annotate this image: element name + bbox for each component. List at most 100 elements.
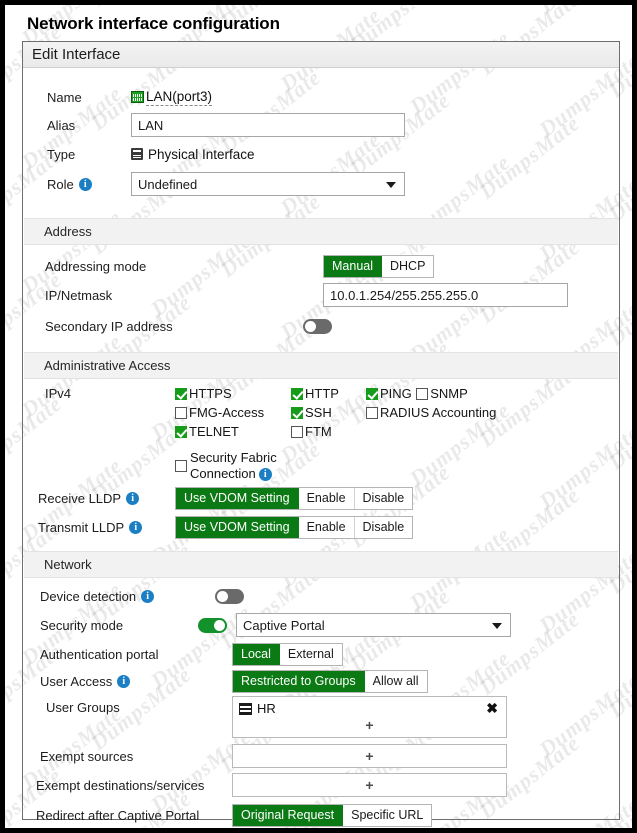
- role-select[interactable]: Undefined: [131, 172, 405, 196]
- ipv4-col-2: HTTP SSH FTM: [291, 386, 363, 443]
- checkbox-https[interactable]: HTTPS: [175, 386, 232, 401]
- checkbox-icon: [291, 426, 303, 438]
- transmit-lldp-segmented[interactable]: Use VDOM Setting Enable Disable: [175, 516, 413, 539]
- checkbox-ping[interactable]: PING: [366, 386, 412, 401]
- row-exempt-destinations: Exempt destinations/services +: [23, 773, 619, 797]
- add-user-group-button[interactable]: +: [233, 718, 506, 732]
- checkbox-ftm[interactable]: FTM: [291, 424, 332, 439]
- checkbox-label: TELNET: [189, 424, 239, 439]
- redirect-option-original-request[interactable]: Original Request: [233, 805, 343, 826]
- row-name: Name LAN(port3): [23, 86, 619, 108]
- secondary-ip-label: Secondary IP address: [23, 319, 303, 334]
- info-icon[interactable]: i: [129, 521, 142, 534]
- ipv4-col-3: PING SNMP RADIUS Accounting: [366, 386, 546, 424]
- user-group-icon: [239, 703, 252, 715]
- checkbox-ssh[interactable]: SSH: [291, 405, 332, 420]
- row-type: Type Physical Interface: [23, 143, 619, 165]
- section-admin-access: Administrative Access: [24, 352, 618, 379]
- checkbox-fmg-access[interactable]: FMG-Access: [175, 405, 264, 420]
- ip-netmask-input[interactable]: [323, 283, 568, 307]
- type-value-group: Physical Interface: [131, 147, 255, 162]
- row-auth-portal: Authentication portal Local External: [23, 642, 619, 666]
- ip-netmask-label: IP/Netmask: [23, 288, 323, 303]
- receive-lldp-option-use-vdom-setting[interactable]: Use VDOM Setting: [176, 488, 299, 509]
- add-exempt-destination-button[interactable]: +: [365, 778, 373, 792]
- checkbox-telnet[interactable]: TELNET: [175, 424, 239, 439]
- exempt-destinations-box[interactable]: +: [232, 773, 507, 797]
- user-groups-box[interactable]: HR ✖ +: [232, 696, 507, 738]
- ipv4-col-1: HTTPS FMG-Access TELNET: [175, 386, 285, 443]
- addressing-mode-option-dhcp[interactable]: DHCP: [382, 256, 433, 277]
- alias-input[interactable]: [131, 113, 405, 137]
- screenshot-root: DumpsMateDumpsMateDumpsMateDumpsMateDump…: [0, 0, 637, 833]
- info-icon[interactable]: i: [259, 468, 272, 481]
- type-value: Physical Interface: [148, 147, 255, 162]
- transmit-lldp-option-use-vdom-setting[interactable]: Use VDOM Setting: [176, 517, 299, 538]
- auth-portal-segmented[interactable]: Local External: [232, 643, 343, 666]
- role-select-value: Undefined: [138, 177, 197, 192]
- device-detection-toggle[interactable]: [215, 589, 244, 604]
- checkbox-snmp[interactable]: SNMP: [416, 386, 468, 401]
- security-mode-toggle[interactable]: [198, 618, 227, 633]
- checkbox-radius-accounting[interactable]: RADIUS Accounting: [366, 405, 496, 420]
- redirect-segmented[interactable]: Original Request Specific URL: [232, 804, 432, 827]
- addressing-mode-segmented[interactable]: Manual DHCP: [323, 255, 434, 278]
- add-exempt-source-button[interactable]: +: [365, 749, 373, 763]
- checkbox-security-fabric-connection[interactable]: Security Fabric Connectioni: [175, 450, 315, 482]
- user-access-option-allow-all[interactable]: Allow all: [365, 671, 427, 692]
- checkbox-icon: [291, 388, 303, 400]
- user-group-chip-hr[interactable]: HR: [233, 697, 506, 718]
- checkbox-icon: [291, 407, 303, 419]
- checkbox-label: FTM: [305, 424, 332, 439]
- role-label-text: Role: [47, 177, 74, 192]
- checkbox-icon: [175, 388, 187, 400]
- user-access-segmented[interactable]: Restricted to Groups Allow all: [232, 670, 428, 693]
- section-network: Network: [24, 551, 618, 578]
- toggle-knob: [305, 321, 316, 332]
- checkbox-icon: [366, 407, 378, 419]
- auth-portal-option-external[interactable]: External: [280, 644, 342, 665]
- info-icon[interactable]: i: [79, 178, 92, 191]
- security-mode-select[interactable]: Captive Portal: [236, 613, 511, 637]
- checkbox-label: SSH: [305, 405, 332, 420]
- checkbox-icon: [175, 426, 187, 438]
- row-alias: Alias: [23, 112, 619, 138]
- transmit-lldp-option-disable[interactable]: Disable: [355, 517, 413, 538]
- name-value: LAN(port3): [146, 89, 212, 106]
- name-value-group: LAN(port3): [131, 89, 212, 106]
- row-security-mode: Security mode Captive Portal: [23, 612, 619, 638]
- receive-lldp-segmented[interactable]: Use VDOM Setting Enable Disable: [175, 487, 413, 510]
- toggle-knob: [217, 591, 228, 602]
- secondary-ip-toggle[interactable]: [303, 319, 332, 334]
- network-port-icon: [131, 91, 144, 103]
- checkbox-icon: [175, 460, 187, 472]
- type-label: Type: [23, 147, 131, 162]
- info-icon[interactable]: i: [141, 590, 154, 603]
- user-access-option-restricted-to-groups[interactable]: Restricted to Groups: [233, 671, 365, 692]
- remove-user-group-icon[interactable]: ✖: [486, 701, 498, 715]
- receive-lldp-option-enable[interactable]: Enable: [299, 488, 355, 509]
- auth-portal-option-local[interactable]: Local: [233, 644, 280, 665]
- page-title: Network interface configuration: [27, 14, 280, 34]
- exempt-sources-box[interactable]: +: [232, 744, 507, 768]
- user-group-chip-label: HR: [257, 701, 276, 716]
- interface-icon: [131, 148, 143, 160]
- checkbox-label: FMG-Access: [189, 405, 264, 420]
- info-icon[interactable]: i: [117, 675, 130, 688]
- transmit-lldp-option-enable[interactable]: Enable: [299, 517, 355, 538]
- addressing-mode-option-manual[interactable]: Manual: [324, 256, 382, 277]
- info-icon[interactable]: i: [126, 492, 139, 505]
- chevron-down-icon: [386, 182, 396, 188]
- role-label: Role i: [23, 177, 131, 192]
- row-exempt-sources: Exempt sources +: [23, 744, 619, 768]
- row-receive-lldp: Receive LLDP i Use VDOM Setting Enable D…: [23, 486, 619, 510]
- redirect-option-specific-url[interactable]: Specific URL: [343, 805, 431, 826]
- checkbox-http[interactable]: HTTP: [291, 386, 339, 401]
- row-user-groups: User Groups HR ✖ +: [23, 696, 619, 738]
- device-detection-label-text: Device detection: [40, 589, 136, 604]
- user-access-label: User Access i: [23, 674, 232, 689]
- receive-lldp-option-disable[interactable]: Disable: [355, 488, 413, 509]
- row-addressing-mode: Addressing mode Manual DHCP: [23, 254, 619, 278]
- row-redirect: Redirect after Captive Portal Original R…: [23, 803, 619, 827]
- checkbox-label: SNMP: [430, 386, 468, 401]
